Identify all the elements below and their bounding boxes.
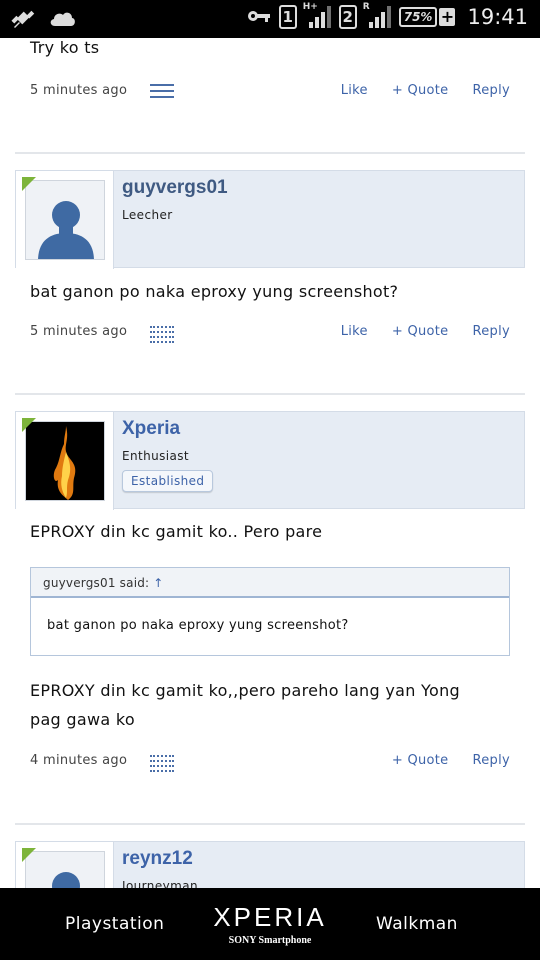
charging-icon: + [439, 7, 456, 26]
reply-button[interactable]: Reply [472, 83, 510, 98]
flame-avatar-icon [53, 426, 76, 500]
brand-logo: XPERIA [213, 902, 327, 932]
post-message-line: pag gawa ko [30, 710, 135, 729]
online-indicator [22, 177, 36, 191]
username[interactable]: guyvergs01 [122, 177, 228, 199]
user-role: Journeyman [122, 879, 198, 888]
signal-strength-icon: R [362, 2, 391, 30]
clock: 19:41 [467, 5, 528, 29]
post-actions: Like + Quote Reply [341, 83, 510, 98]
sim2-indicator: 2 [338, 5, 357, 29]
walkman-label[interactable]: Walkman [376, 914, 458, 934]
post-message: EPROXY din kc gamit ko.. Pero pare [30, 522, 323, 541]
quote-text: bat ganon po naka eproxy yung screenshot… [47, 618, 349, 633]
post-divider [15, 393, 525, 395]
menu-icon[interactable] [150, 755, 174, 773]
menu-icon[interactable] [150, 84, 174, 102]
quote-author[interactable]: guyvergs01 said: [43, 576, 149, 590]
satellite-icon [10, 5, 36, 35]
reply-button[interactable]: Reply [472, 753, 510, 768]
online-indicator [22, 418, 36, 432]
sim1-indicator: 1 [278, 5, 297, 29]
user-badge: Established [122, 470, 214, 492]
like-button[interactable]: Like [341, 324, 368, 339]
post-divider [15, 823, 525, 825]
post-time[interactable]: 5 minutes ago [30, 83, 127, 98]
up-arrow-icon[interactable]: ↑ [153, 576, 163, 590]
post-divider [15, 152, 525, 154]
username[interactable]: Xperia [122, 418, 180, 440]
post-actions: + Quote Reply [392, 753, 510, 768]
quote-button[interactable]: + Quote [392, 753, 449, 768]
user-role: Enthusiast [122, 449, 189, 463]
default-avatar-icon [38, 201, 94, 259]
default-avatar-icon [52, 872, 80, 888]
avatar-frame [16, 171, 114, 269]
post-message: bat ganon po naka eproxy yung screenshot… [30, 282, 399, 301]
user-info-block: guyvergs01 Leecher [15, 170, 525, 269]
avatar-frame [16, 412, 114, 510]
post-message: Try ko ts [30, 38, 100, 57]
user-info-block: reynz12 Journeyman [15, 841, 525, 888]
quote-block: guyvergs01 said: ↑ bat ganon po naka epro… [30, 567, 510, 656]
reply-button[interactable]: Reply [472, 324, 510, 339]
quote-header: guyvergs01 said: ↑ [31, 568, 509, 598]
status-bar: 1 H+ 2 R 75% + 19:41 [0, 0, 540, 38]
avatar[interactable] [25, 851, 105, 888]
battery-icon: 75% + [398, 7, 456, 27]
network-type: H+ [302, 2, 318, 12]
username[interactable]: reynz12 [122, 848, 193, 870]
user-role: Leecher [122, 208, 173, 222]
xperia-logo[interactable]: XPERIA SONY Smartphone [212, 902, 328, 946]
bottom-branding-bar: Playstation XPERIA SONY Smartphone Walkm… [0, 888, 540, 960]
key-icon [247, 8, 271, 27]
post-time[interactable]: 5 minutes ago [30, 324, 127, 339]
menu-icon[interactable] [150, 326, 174, 344]
like-button[interactable]: Like [341, 83, 368, 98]
quote-button[interactable]: + Quote [392, 324, 449, 339]
online-indicator [22, 848, 36, 862]
post-time[interactable]: 4 minutes ago [30, 753, 127, 768]
post-message-line: EPROXY din kc gamit ko,,pero pareho lang… [30, 681, 460, 700]
signal-strength-icon: H+ [302, 2, 331, 30]
battery-level: 75% [398, 7, 438, 27]
playstation-label[interactable]: Playstation [65, 914, 164, 934]
avatar-frame [16, 842, 114, 888]
network-type: R [362, 2, 370, 12]
post-actions: Like + Quote Reply [341, 324, 510, 339]
brand-subtitle: SONY Smartphone [228, 935, 312, 946]
thread-content[interactable]: Try ko ts 5 minutes ago Like + Quote Rep… [0, 38, 540, 888]
avatar[interactable] [25, 180, 105, 260]
cloud-icon [48, 7, 76, 33]
user-info-block: Xperia Enthusiast Established [15, 411, 525, 510]
quote-button[interactable]: + Quote [392, 83, 449, 98]
avatar[interactable] [25, 421, 105, 501]
